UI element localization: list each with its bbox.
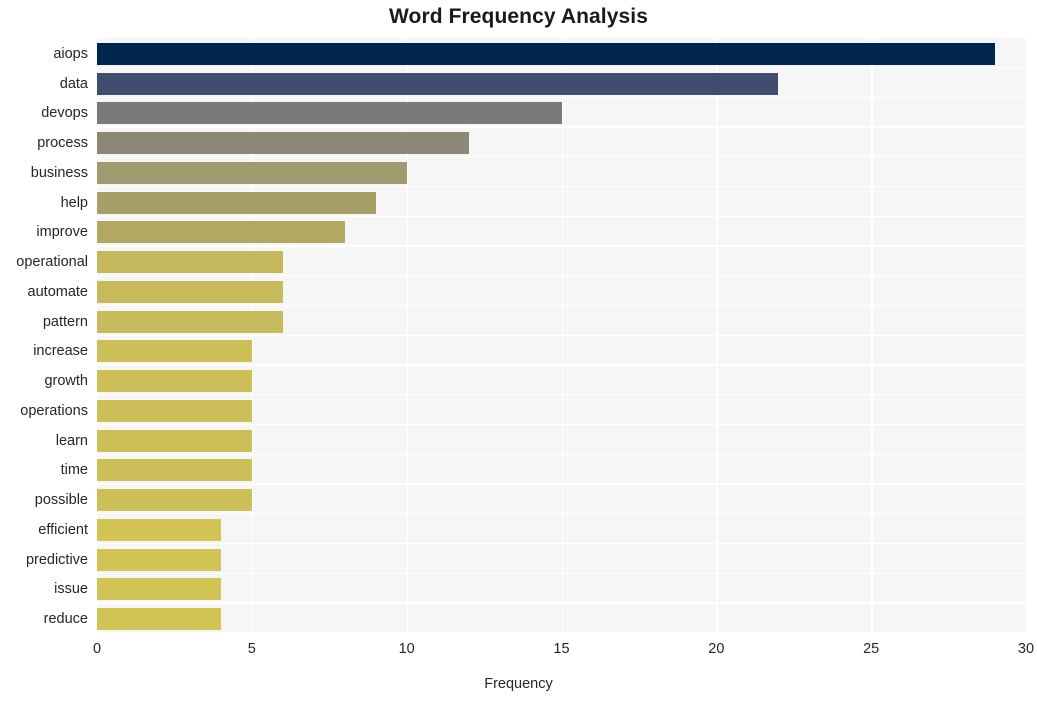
y-axis-tick-label: operations (20, 402, 88, 419)
y-axis-tick-label: improve (36, 224, 88, 241)
y-axis-tick-label: operational (16, 254, 88, 271)
y-axis-tick-label: automate (27, 283, 88, 300)
x-axis-tick-label: 5 (247, 641, 256, 657)
x-axis-tick-label: 30 (1017, 641, 1035, 657)
y-axis-tick-label: process (37, 135, 88, 152)
y-axis-tick-label: predictive (25, 551, 88, 568)
y-axis-tick-label: learn (55, 432, 88, 449)
y-axis-tick-label: increase (33, 343, 88, 360)
x-axis: 0 5 10 15 20 25 30 Frequency (0, 632, 1037, 701)
y-axis-tick-label: aiops (53, 45, 88, 62)
x-axis-tick-label: 10 (398, 641, 415, 657)
x-axis-tick-label: 20 (708, 641, 725, 657)
chart-title: Word Frequency Analysis (388, 5, 649, 28)
y-axis-tick-label: data (59, 75, 88, 92)
y-axis-tick-label: devops (41, 105, 88, 122)
y-axis-tick-label: growth (44, 373, 88, 390)
y-axis-tick-label: possible (34, 492, 88, 509)
y-axis-tick-label: pattern (42, 313, 88, 330)
y-axis-tick-label: reduce (43, 611, 88, 628)
x-axis-title: Frequency (484, 676, 553, 692)
x-axis-tick-label: 15 (553, 641, 570, 657)
y-axis-tick-label: help (60, 194, 88, 211)
y-axis-tick-label: issue (54, 581, 88, 598)
y-axis-tick-label: efficient (38, 521, 88, 538)
chart-figure: Word Frequency Analysis aiops data devops p… (0, 0, 1037, 701)
y-axis-tick-labels: aiops data devops process business help improv… (0, 37, 1037, 632)
x-axis-tick-label: 0 (92, 641, 102, 657)
y-axis-tick-label: time (60, 462, 88, 479)
y-axis-tick-label: business (30, 164, 88, 181)
x-axis-tick-label: 25 (863, 641, 880, 657)
